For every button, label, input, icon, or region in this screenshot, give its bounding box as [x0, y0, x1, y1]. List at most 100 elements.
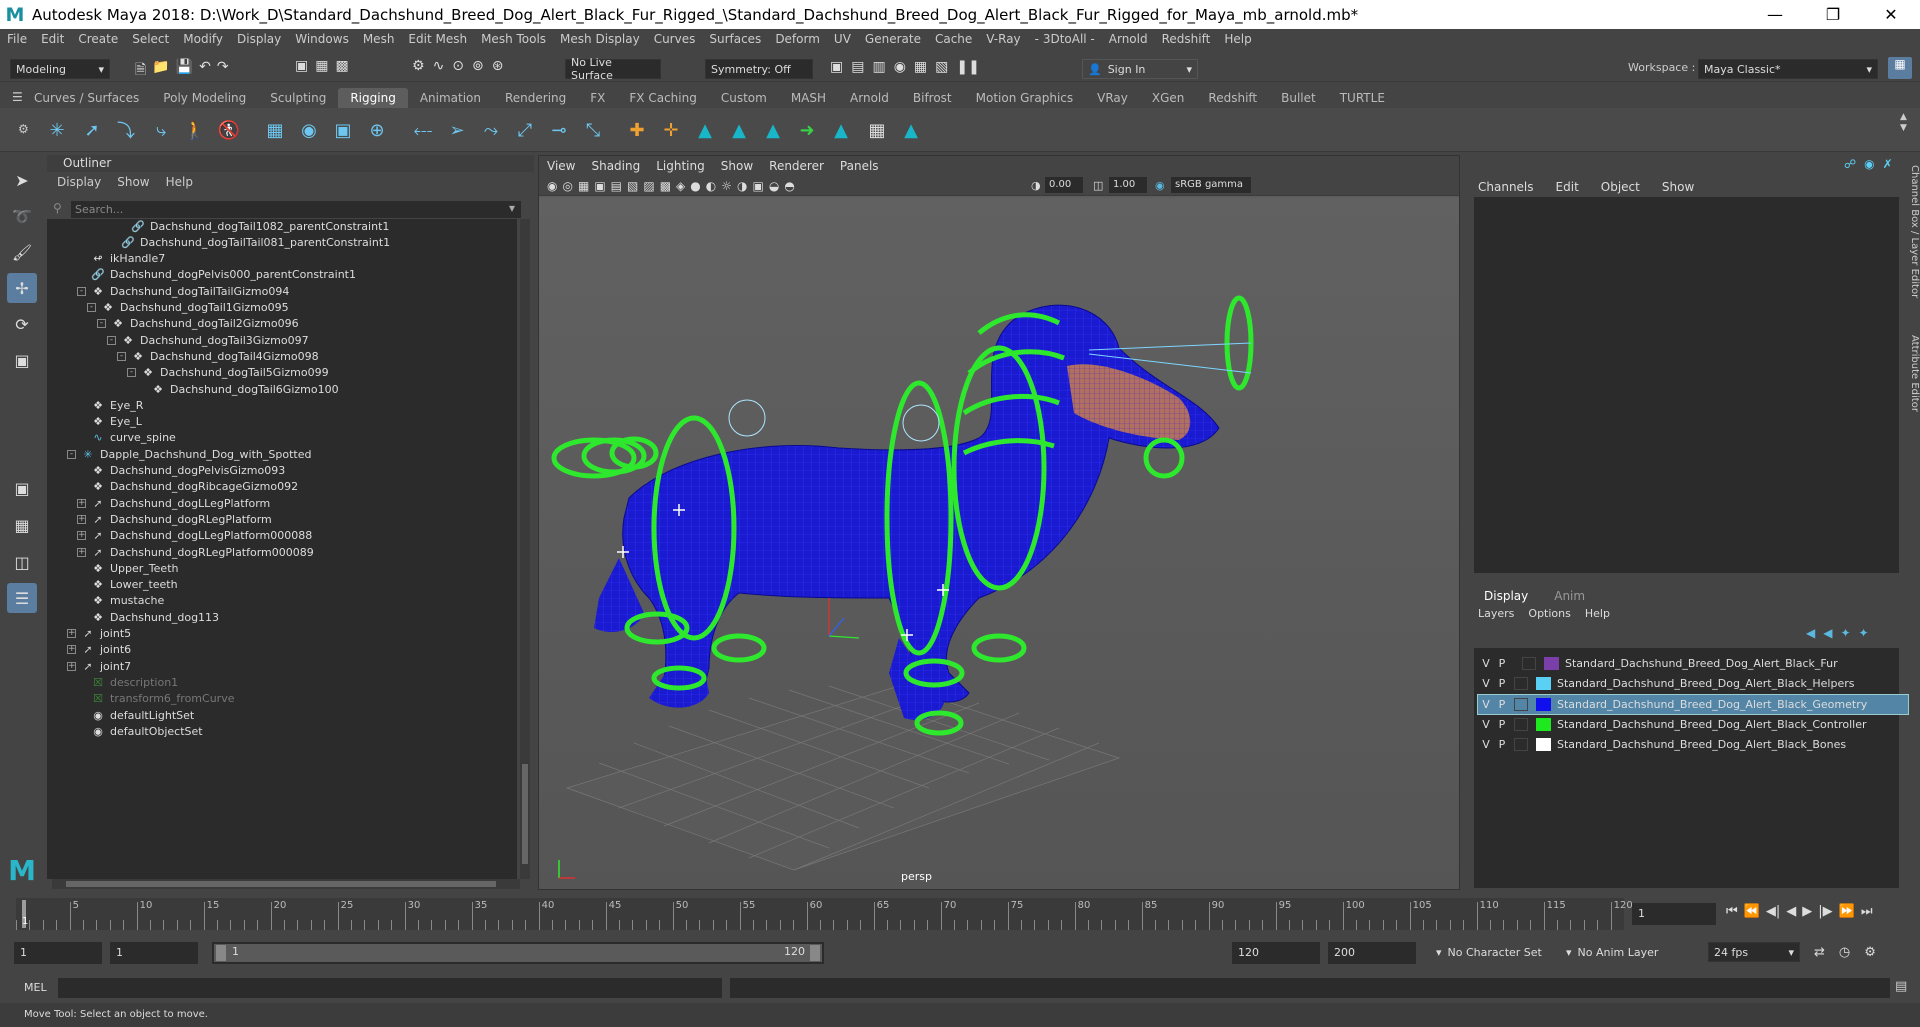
layer-visibility-toggle[interactable]: V [1478, 677, 1494, 690]
connect-joint-icon[interactable]: ➜ [794, 117, 820, 143]
wireframe-icon[interactable]: ◈ [676, 179, 685, 193]
quick-rig-icon[interactable]: 🚷 [216, 117, 242, 143]
menu-create[interactable]: Create [71, 32, 125, 46]
bookmark-icon[interactable]: ▦ [578, 179, 589, 193]
viewport-menu-panels[interactable]: Panels [840, 159, 879, 173]
menu-curves[interactable]: Curves [647, 32, 703, 46]
parent-constraint-icon[interactable]: ⊸ [546, 117, 572, 143]
xray-icon[interactable]: ◒ [769, 179, 779, 193]
shelf-tab-motion-graphics[interactable]: Motion Graphics [964, 88, 1086, 108]
snap-curve-icon[interactable]: ∿ [433, 58, 445, 74]
collapse-icon[interactable]: - [67, 449, 76, 459]
ipr-render-icon[interactable]: ▤ [851, 59, 864, 75]
new-layer-icon[interactable]: ✦ [1840, 626, 1850, 640]
bind-skin-icon[interactable]: ▦ [262, 117, 288, 143]
character-set-icon[interactable]: ▲ [828, 117, 854, 143]
channel-menu-show[interactable]: Show [1662, 180, 1694, 194]
layer-row[interactable]: V P Standard_Dachshund_Breed_Dog_Alert_Bla… [1477, 693, 1909, 715]
layer-color-swatch[interactable] [1544, 657, 1559, 670]
layer-color-swatch[interactable] [1536, 697, 1551, 711]
step-back-frame-icon[interactable]: ◀| [1766, 904, 1780, 919]
play-back-icon[interactable]: ◀ [1786, 904, 1796, 919]
channel-menu-object[interactable]: Object [1601, 180, 1640, 194]
menu-select[interactable]: Select [125, 32, 176, 46]
smooth-shade-icon[interactable]: ● [690, 179, 700, 193]
channel-icon[interactable]: ◉ [1864, 157, 1874, 171]
shelf-tab-vray[interactable]: VRay [1085, 88, 1140, 108]
workspace-dropdown[interactable]: Maya Classic* ▾ [1698, 59, 1878, 79]
wrap-deformer-icon[interactable]: ▲ [760, 117, 786, 143]
sign-in-button[interactable]: 👤 Sign In ▾ [1082, 59, 1198, 79]
shelf-tab-curves-surfaces[interactable]: Curves / Surfaces [22, 88, 151, 108]
select-tool-icon[interactable]: ➤ [7, 165, 37, 195]
channel-box-side-tab[interactable]: Channel Box / Layer Editor [1906, 165, 1920, 298]
layer-display-type[interactable] [1514, 697, 1528, 711]
collapse-icon[interactable]: - [117, 351, 126, 361]
image-plane-icon[interactable]: ▣ [594, 179, 605, 193]
outliner-layout-icon[interactable]: ☰ [7, 583, 37, 613]
shelf-tab-rendering[interactable]: Rendering [493, 88, 578, 108]
shelf-tab-turtle[interactable]: TURTLE [1328, 88, 1397, 108]
outliner-menu-display[interactable]: Display [57, 175, 101, 189]
outliner-menu-show[interactable]: Show [117, 175, 149, 189]
layer-color-swatch[interactable] [1536, 717, 1551, 731]
toggle-panels-icon[interactable]: ▦ [1888, 57, 1912, 79]
shelf-menu-icon[interactable]: ☰ [12, 90, 23, 104]
lattice-icon[interactable]: ▣ [330, 117, 356, 143]
shelf-tab-custom[interactable]: Custom [709, 88, 779, 108]
menu-3dtoall[interactable]: - 3DtoAll - [1028, 32, 1102, 46]
menu-edit[interactable]: Edit [34, 32, 71, 46]
layer-tab-anim[interactable]: Anim [1554, 589, 1585, 603]
skin-cluster-icon[interactable]: ▲ [692, 117, 718, 143]
expand-icon[interactable]: + [67, 629, 76, 638]
pause-icon[interactable]: ❚❚ [956, 59, 979, 75]
step-forward-key-icon[interactable]: ⏩ [1839, 904, 1855, 919]
layer-visibility-toggle[interactable]: V [1478, 738, 1494, 751]
menu-cache[interactable]: Cache [928, 32, 979, 46]
redo-icon[interactable]: ↷ [217, 59, 229, 83]
layer-playback-toggle[interactable]: P [1494, 698, 1510, 711]
shelf-tab-bullet[interactable]: Bullet [1269, 88, 1328, 108]
menu-modify[interactable]: Modify [176, 32, 230, 46]
menu-uv[interactable]: UV [827, 32, 858, 46]
shelf-scroll-icon[interactable]: ▲ ▼ [1900, 112, 1907, 134]
twist-locator-icon[interactable]: ✛ [658, 117, 684, 143]
render-icon[interactable]: ▣ [830, 59, 843, 75]
live-surface-field[interactable]: No Live Surface [565, 56, 661, 82]
paint-select-icon[interactable]: 🖌 [7, 237, 37, 267]
character-set-dropdown[interactable]: No Character Set [1448, 946, 1542, 959]
move-layer-down-icon[interactable]: ◀ [1823, 626, 1832, 640]
layer-display-type[interactable] [1522, 657, 1536, 670]
shelf-tab-fx-caching[interactable]: FX Caching [617, 88, 708, 108]
camera-select-icon[interactable]: ◉ [547, 179, 557, 193]
menu-mesh[interactable]: Mesh [356, 32, 402, 46]
menu-mesh-display[interactable]: Mesh Display [553, 32, 647, 46]
shelf-tab-fx[interactable]: FX [578, 88, 617, 108]
command-input[interactable] [58, 978, 722, 998]
playback-end-field[interactable]: 120 [1232, 942, 1320, 964]
gamma-field[interactable]: 1.00 [1109, 177, 1147, 193]
four-view-icon[interactable]: ▦ [7, 510, 37, 540]
select-object-icon[interactable]: ▦ [315, 58, 328, 74]
outliner-search-input[interactable]: Search... [71, 201, 521, 218]
human-ik-icon[interactable]: 🚶 [182, 117, 208, 143]
ik-handle-icon[interactable]: ➚ [79, 117, 105, 143]
layer-row[interactable]: V P Standard_Dachshund_Breed_Dog_Alert_Bla… [1478, 715, 1908, 734]
isolate-icon[interactable]: ▣ [752, 179, 763, 193]
move-layer-up-icon[interactable]: ◀ [1806, 626, 1815, 640]
new-layer-selected-icon[interactable]: ✦ [1859, 626, 1869, 640]
ik-spline-icon[interactable]: ⤵ [113, 117, 139, 143]
arnold-render-icon[interactable]: ▧ [935, 59, 948, 75]
new-scene-icon[interactable]: 🗎 [135, 59, 146, 83]
shelf-tab-arnold[interactable]: Arnold [838, 88, 901, 108]
outliner-item[interactable]: ❖ Dachshund_dogTail6Gizmo100 [137, 379, 339, 399]
single-perspective-icon[interactable]: ▣ [7, 473, 37, 503]
anim-prefs-icon[interactable]: ⚙ [1864, 945, 1876, 960]
joint-tool-icon[interactable]: ✳ [44, 117, 70, 143]
select-component-icon[interactable]: ▩ [335, 58, 348, 74]
paint-weights-icon[interactable]: ◉ [296, 117, 322, 143]
collapse-icon[interactable]: - [87, 303, 96, 312]
move-tool-icon[interactable]: ✢ [7, 273, 37, 303]
outliner-item[interactable]: ◉ defaultObjectSet [77, 721, 202, 741]
rotate-tool-icon[interactable]: ⟳ [7, 309, 37, 339]
